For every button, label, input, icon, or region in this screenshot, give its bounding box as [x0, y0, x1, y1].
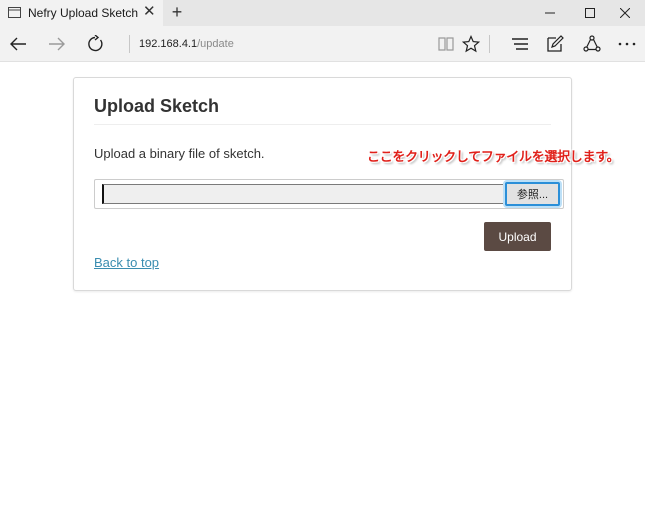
- web-note-icon: [547, 35, 564, 52]
- tab-close-button[interactable]: ✕: [143, 4, 156, 20]
- minimize-icon: [545, 12, 555, 14]
- refresh-icon: [88, 35, 103, 52]
- share-button[interactable]: [580, 32, 604, 56]
- file-picker: 参照...: [94, 179, 564, 209]
- page-icon: [8, 7, 21, 18]
- web-note-button[interactable]: [543, 32, 567, 56]
- address-host: 192.168.4.1: [139, 38, 198, 50]
- maximize-icon: [585, 8, 595, 18]
- toolbar-separator: [489, 35, 490, 53]
- close-icon: [620, 8, 630, 18]
- share-icon: [583, 35, 601, 52]
- reading-view-button[interactable]: [434, 32, 458, 56]
- favorite-button[interactable]: [459, 32, 483, 56]
- minimize-button[interactable]: [530, 0, 570, 26]
- tab-title: Nefry Upload Sketch: [28, 6, 139, 20]
- more-icon: [618, 42, 636, 46]
- forward-button[interactable]: [45, 32, 69, 56]
- forward-icon: [49, 37, 65, 51]
- back-to-top-link[interactable]: Back to top: [94, 255, 159, 270]
- more-button[interactable]: [615, 32, 639, 56]
- upload-button[interactable]: Upload: [484, 222, 551, 251]
- browser-tab[interactable]: Nefry Upload Sketch ✕: [0, 0, 163, 26]
- refresh-button[interactable]: [83, 32, 107, 56]
- maximize-button[interactable]: [570, 0, 610, 26]
- back-icon: [10, 37, 26, 51]
- hub-icon: [512, 38, 528, 50]
- upload-description: Upload a binary file of sketch.: [94, 146, 265, 161]
- upload-card: Upload Sketch Upload a binary file of sk…: [73, 77, 572, 291]
- title-bar: Nefry Upload Sketch ✕ +: [0, 0, 645, 26]
- favorite-star-icon: [462, 35, 480, 53]
- close-window-button[interactable]: [605, 0, 645, 26]
- navigation-bar: 192.168.4.1/update: [0, 26, 645, 62]
- reading-view-icon: [438, 37, 454, 51]
- instruction-annotation: ここをクリックしてファイルを選択します。: [367, 149, 620, 164]
- address-bar[interactable]: 192.168.4.1/update: [129, 35, 419, 53]
- page-title: Upload Sketch: [94, 96, 220, 116]
- hub-button[interactable]: [508, 32, 532, 56]
- address-path: /update: [197, 38, 234, 50]
- file-path-input[interactable]: [102, 184, 504, 204]
- back-button[interactable]: [6, 32, 30, 56]
- title-divider: [94, 124, 551, 125]
- new-tab-button[interactable]: +: [167, 2, 187, 22]
- browse-button[interactable]: 参照...: [505, 182, 560, 206]
